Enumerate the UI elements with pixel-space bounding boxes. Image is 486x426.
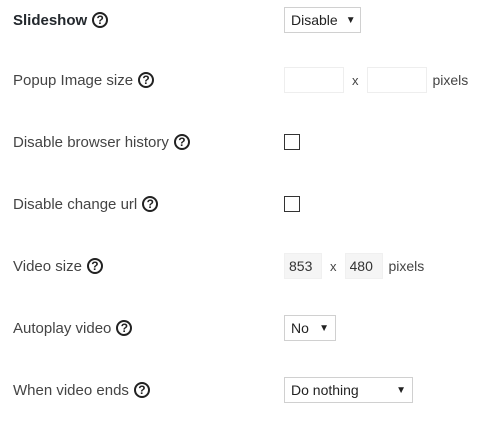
video-size-control: x pixels bbox=[284, 246, 424, 286]
caret-down-icon: ▼ bbox=[396, 384, 406, 396]
popup-height-input[interactable] bbox=[366, 67, 427, 93]
video-height-input[interactable] bbox=[344, 253, 383, 279]
autoplay-label: Autoplay video bbox=[13, 319, 112, 337]
video-ends-label-group: When video ends ? bbox=[13, 370, 150, 410]
help-icon[interactable]: ? bbox=[92, 12, 109, 28]
autoplay-select[interactable]: No ▼ bbox=[284, 315, 336, 341]
help-icon[interactable]: ? bbox=[173, 134, 190, 150]
help-icon[interactable]: ? bbox=[133, 382, 150, 398]
setting-row-browser-history: Disable browser history ? bbox=[0, 122, 486, 162]
help-icon[interactable]: ? bbox=[142, 196, 159, 212]
slideshow-label: Slideshow bbox=[13, 11, 88, 29]
video-size-label-group: Video size ? bbox=[13, 246, 103, 286]
slideshow-control: Disable ▼ bbox=[284, 0, 361, 40]
slideshow-select[interactable]: Disable ▼ bbox=[284, 7, 361, 33]
caret-down-icon: ▼ bbox=[345, 14, 356, 26]
help-icon[interactable]: ? bbox=[116, 320, 133, 336]
autoplay-control: No ▼ bbox=[284, 308, 336, 348]
caret-down-icon: ▼ bbox=[319, 322, 329, 334]
help-icon[interactable]: ? bbox=[86, 258, 103, 274]
video-size-label: Video size bbox=[13, 257, 82, 275]
browser-history-control bbox=[284, 122, 300, 162]
help-icon[interactable]: ? bbox=[138, 72, 155, 88]
change-url-label-group: Disable change url ? bbox=[13, 184, 159, 224]
popup-size-control: x pixels bbox=[284, 60, 468, 100]
slideshow-select-value: Disable bbox=[291, 12, 338, 28]
popup-width-input[interactable] bbox=[284, 67, 344, 93]
change-url-label: Disable change url bbox=[13, 195, 138, 213]
popup-size-label-group: Popup Image size ? bbox=[13, 60, 155, 100]
popup-size-separator: x bbox=[352, 72, 359, 88]
slideshow-label-group: Slideshow ? bbox=[13, 0, 109, 40]
popup-size-label: Popup Image size bbox=[13, 71, 134, 89]
video-ends-label: When video ends bbox=[13, 381, 129, 399]
setting-row-slideshow: Slideshow ? Disable ▼ bbox=[0, 0, 486, 40]
video-ends-control: Do nothing ▼ bbox=[284, 370, 413, 410]
video-ends-select-value: Do nothing bbox=[291, 382, 359, 398]
setting-row-popup-size: Popup Image size ? x pixels bbox=[0, 60, 486, 100]
browser-history-checkbox[interactable] bbox=[284, 134, 300, 150]
setting-row-change-url: Disable change url ? bbox=[0, 184, 486, 224]
autoplay-select-value: No bbox=[291, 320, 309, 336]
setting-row-autoplay: Autoplay video ? No ▼ bbox=[0, 308, 486, 348]
change-url-checkbox[interactable] bbox=[284, 196, 300, 212]
popup-size-unit: pixels bbox=[432, 72, 469, 88]
browser-history-label-group: Disable browser history ? bbox=[13, 122, 190, 162]
setting-row-video-ends: When video ends ? Do nothing ▼ bbox=[0, 370, 486, 410]
setting-row-video-size: Video size ? x pixels bbox=[0, 246, 486, 286]
change-url-control bbox=[284, 184, 300, 224]
autoplay-label-group: Autoplay video ? bbox=[13, 308, 133, 348]
video-ends-select[interactable]: Do nothing ▼ bbox=[284, 377, 413, 403]
browser-history-label: Disable browser history bbox=[13, 133, 169, 151]
video-width-input[interactable] bbox=[284, 253, 322, 279]
video-size-separator: x bbox=[330, 258, 337, 274]
video-size-unit: pixels bbox=[388, 258, 425, 274]
